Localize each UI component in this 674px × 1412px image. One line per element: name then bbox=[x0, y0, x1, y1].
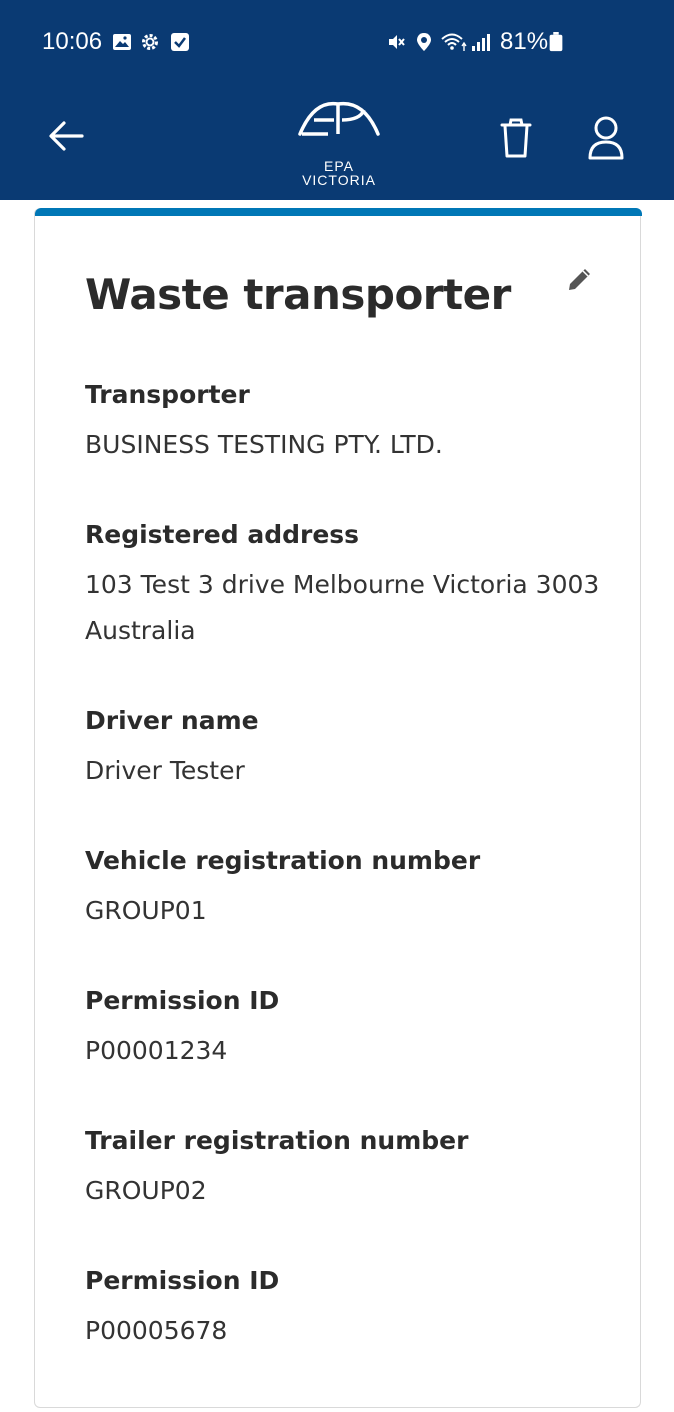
field-value-permission-id-1: P00001234 bbox=[85, 1036, 228, 1065]
field-value-vehicle-registration: GROUP01 bbox=[85, 896, 207, 925]
user-profile-icon[interactable] bbox=[584, 114, 628, 162]
app-bar: EPA VICTORIA bbox=[0, 86, 674, 200]
settings-gear-icon bbox=[142, 34, 158, 50]
edit-pencil-icon[interactable] bbox=[565, 264, 595, 294]
field-label-registered-address: Registered address bbox=[85, 520, 360, 549]
field-label-transporter: Transporter bbox=[85, 380, 250, 409]
card-title: Waste transporter bbox=[85, 270, 511, 319]
field-value-permission-id-2: P00005678 bbox=[85, 1316, 228, 1345]
waste-transporter-card: Waste transporter Transporter BUSINESS T… bbox=[34, 208, 642, 1408]
status-bar: 10:06 81% bbox=[0, 0, 674, 86]
location-icon bbox=[417, 33, 431, 51]
trash-icon[interactable] bbox=[496, 116, 536, 160]
wifi-icon bbox=[441, 33, 467, 51]
gallery-icon bbox=[113, 34, 131, 50]
epa-logo-mark-icon bbox=[298, 101, 380, 136]
field-value-driver-name: Driver Tester bbox=[85, 756, 245, 785]
mute-vibrate-icon bbox=[389, 35, 405, 49]
battery-icon bbox=[549, 32, 563, 52]
field-label-permission-id-1: Permission ID bbox=[85, 986, 280, 1015]
battery-percent: 81% bbox=[500, 28, 549, 55]
epa-logo: EPA VICTORIA bbox=[294, 96, 384, 188]
field-value-transporter: BUSINESS TESTING PTY. LTD. bbox=[85, 430, 443, 459]
field-label-permission-id-2: Permission ID bbox=[85, 1266, 280, 1295]
field-label-vehicle-registration: Vehicle registration number bbox=[85, 846, 481, 875]
signal-icon bbox=[472, 34, 490, 51]
field-label-driver-name: Driver name bbox=[85, 706, 259, 735]
logo-text-victoria: VICTORIA bbox=[302, 172, 376, 188]
status-time: 10:06 bbox=[42, 28, 103, 55]
field-label-trailer-registration: Trailer registration number bbox=[85, 1126, 469, 1155]
field-value-registered-address: 103 Test 3 drive Melbourne Victoria 3003… bbox=[85, 570, 600, 645]
field-value-trailer-registration: GROUP02 bbox=[85, 1176, 207, 1205]
card-accent-bar bbox=[35, 208, 642, 216]
app-header: 10:06 81% EPA VICTORIA bbox=[0, 0, 674, 200]
back-arrow-icon[interactable] bbox=[44, 114, 88, 158]
checkbox-notification-icon bbox=[171, 33, 189, 51]
